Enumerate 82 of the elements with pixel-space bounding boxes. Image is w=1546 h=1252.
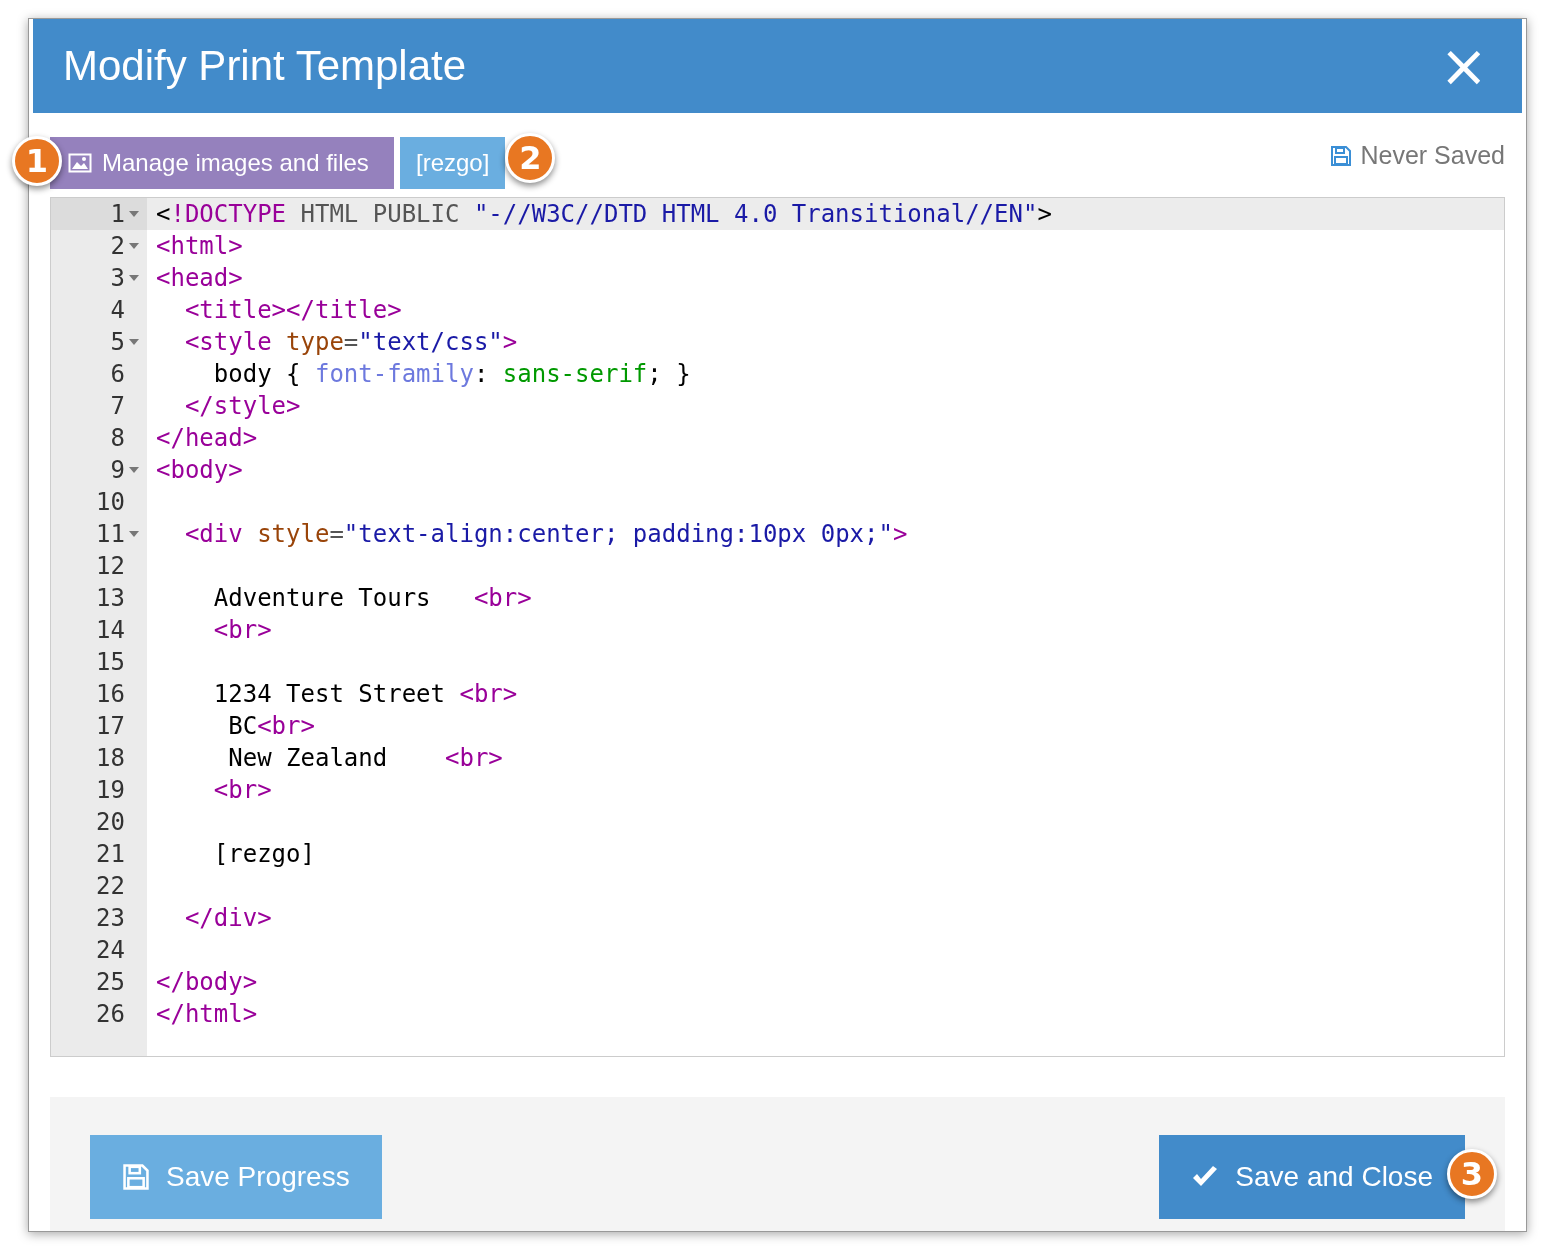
fold-arrow-icon[interactable]: [129, 467, 139, 473]
line-number: 7: [110, 391, 125, 422]
code-text: [rezgo]: [212, 839, 315, 870]
close-button[interactable]: ×: [1435, 37, 1492, 95]
line-number: 20: [96, 807, 125, 838]
code-tag: </style>: [156, 390, 301, 422]
line-number: 4: [110, 295, 125, 326]
line-number: 24: [96, 935, 125, 966]
code-tag: </html>: [156, 998, 258, 1030]
code-text: body {: [212, 359, 302, 390]
code-tag: <title></title>: [156, 294, 402, 326]
code-attribute: style: [256, 519, 330, 550]
code-tag: </head>: [156, 422, 258, 454]
line-number: 14: [96, 615, 125, 646]
line-number: 11: [96, 519, 125, 550]
line-number: 6: [110, 359, 125, 390]
code-string: "text/css": [358, 327, 503, 358]
line-number: 21: [96, 839, 125, 870]
code-tag: >: [502, 326, 518, 358]
code-text: 1234 Test Street: [212, 679, 446, 710]
callout-badge: 1: [12, 135, 62, 186]
code-string: "-//W3C//DTD HTML 4.0 Transitional//EN": [473, 199, 1038, 230]
line-number: 10: [96, 487, 125, 518]
line-number: 23: [96, 903, 125, 934]
code-tag: <style: [156, 326, 272, 358]
line-number: 12: [96, 551, 125, 582]
save-status: Never Saved: [1360, 141, 1505, 170]
line-number: 17: [96, 711, 125, 742]
code-tag: <br>: [257, 710, 315, 742]
code-tag: <br>: [445, 742, 503, 774]
manage-files-button[interactable]: Manage images and files: [50, 136, 394, 189]
code-tag: </div>: [156, 902, 272, 934]
code-tag: !DOCTYPE: [170, 198, 287, 230]
line-number: 9: [110, 455, 125, 486]
code-keyword: =: [343, 327, 359, 358]
code-string: "text-align:center; padding:10px 0px;": [343, 519, 893, 550]
code-keyword: =: [329, 519, 344, 550]
code-text: BC: [227, 711, 258, 742]
code-tag: <br>: [473, 582, 532, 614]
code-text: :: [473, 359, 490, 390]
code-text: Adventure Tours: [212, 583, 432, 614]
code-tag: <br>: [156, 614, 272, 646]
code-tag: <div: [156, 518, 243, 550]
line-number: 2: [110, 231, 125, 262]
code-tag: <html>: [156, 230, 243, 262]
code-editor[interactable]: [50, 197, 1505, 1057]
line-number: 25: [96, 967, 125, 998]
fold-arrow-icon[interactable]: [129, 339, 139, 345]
window-title: Modify Print Template: [63, 42, 468, 90]
fold-arrow-icon[interactable]: [129, 243, 139, 249]
line-number: 1: [110, 199, 125, 230]
code-text: ; }: [647, 359, 691, 390]
fold-arrow-icon[interactable]: [129, 275, 139, 281]
callout-badge: 3: [1447, 1149, 1497, 1199]
line-number: 18: [96, 743, 125, 774]
line-number: 26: [96, 999, 125, 1030]
code-tag: </body>: [156, 966, 258, 998]
code-attribute: type: [285, 327, 344, 358]
tag-button[interactable]: [rezgo]: [400, 136, 506, 189]
code-tag: >: [892, 518, 908, 550]
line-number: 13: [96, 583, 125, 614]
line-number: 8: [110, 423, 125, 454]
line-number: 19: [96, 775, 125, 806]
fold-arrow-icon[interactable]: [129, 211, 139, 217]
line-number: 22: [96, 871, 125, 902]
save-progress-button[interactable]: Save Progress: [90, 1135, 382, 1219]
code-text: >: [1037, 199, 1052, 230]
code-text: <: [156, 199, 171, 230]
image-icon: [68, 152, 92, 173]
code-tag: <br>: [459, 678, 518, 710]
code-tag: <br>: [156, 774, 272, 806]
fold-arrow-icon[interactable]: [129, 531, 139, 537]
code-value: sans-serif: [502, 359, 648, 390]
code-keyword: HTML PUBLIC: [299, 199, 461, 230]
line-number: 5: [110, 327, 125, 358]
line-number: 15: [96, 647, 125, 678]
code-property: font-family: [314, 359, 474, 390]
code-text: New Zealand: [227, 743, 389, 774]
line-number: 3: [110, 263, 125, 294]
line-number: 16: [96, 679, 125, 710]
code-tag: <head>: [156, 262, 243, 294]
code-tag: <body>: [156, 454, 243, 486]
